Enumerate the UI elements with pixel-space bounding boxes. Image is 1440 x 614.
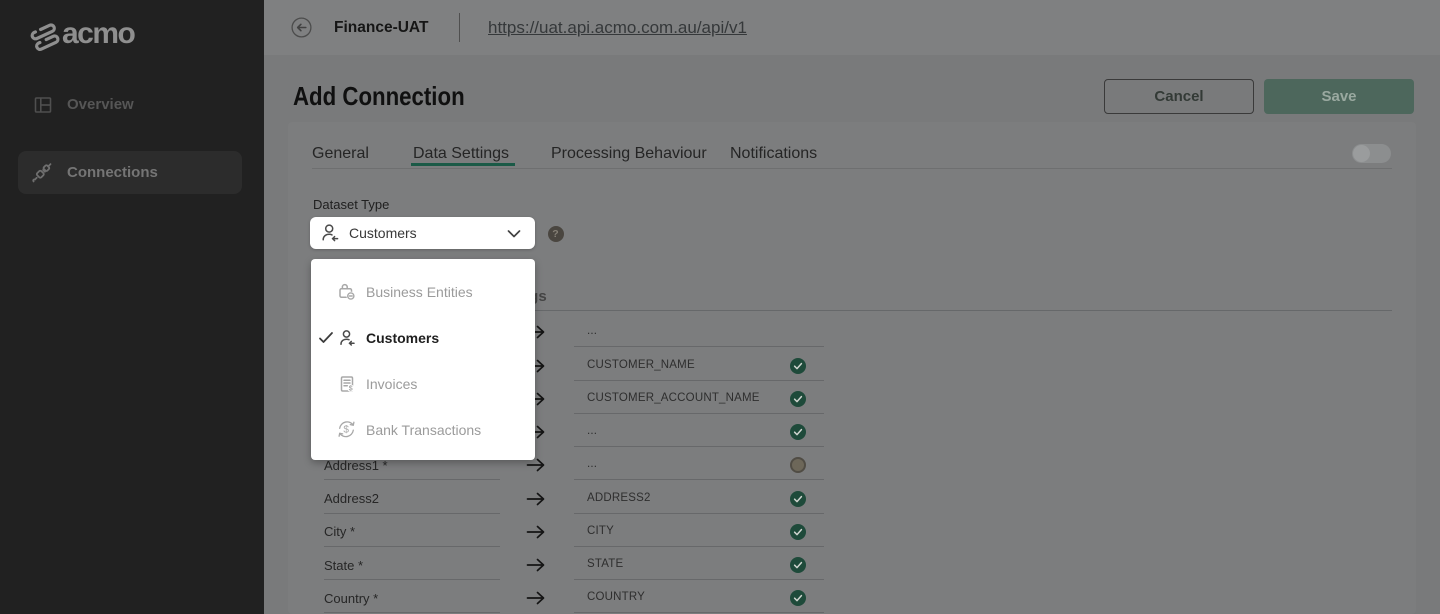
svg-text:$: $ (349, 386, 353, 393)
svg-text:$: $ (343, 425, 349, 436)
